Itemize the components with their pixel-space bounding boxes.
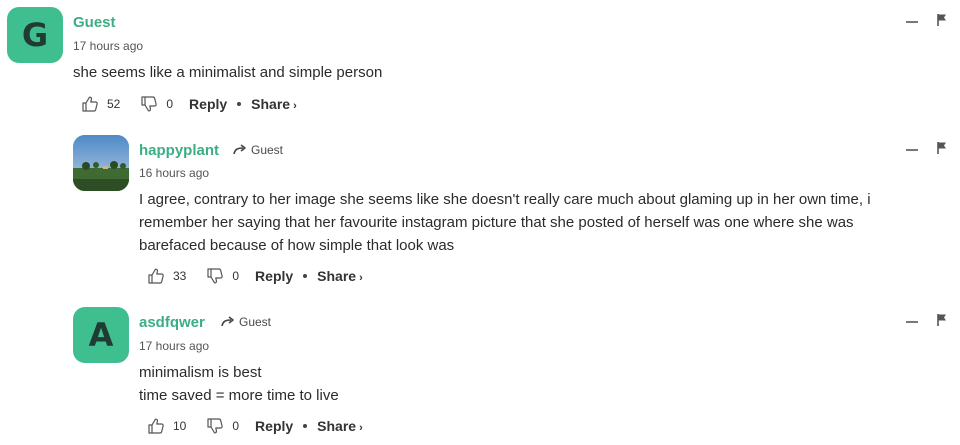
comment-line: minimalism is best [139,364,262,381]
comment-body: minimalism is best time saved = more tim… [139,361,339,407]
separator-dot [303,424,308,428]
avatar-letter: A [88,316,114,354]
dislike-count: 0 [166,97,174,111]
like-count: 52 [107,97,121,111]
separator-dot [303,274,308,278]
comment-line: time saved = more time to live [139,387,339,404]
reply-to-indicator[interactable]: Guest [233,143,283,157]
flag-icon[interactable] [936,13,948,27]
downvote-button[interactable]: 0 [206,417,239,435]
chevron-right-icon: › [293,100,297,112]
share-label: Share [317,268,357,284]
share-button[interactable]: Share › [317,268,363,284]
collapse-icon[interactable] [906,21,918,23]
upvote-button[interactable]: 10 [147,417,186,435]
username[interactable]: asdfqwer [139,314,205,331]
comment-line: barefaced because of how simple that loo… [139,237,455,254]
thumb-down-icon [207,268,224,284]
reply-button[interactable]: Reply [255,268,293,284]
comment-body: I agree, contrary to her image she seems… [139,188,871,257]
thumb-up-icon [82,96,98,112]
username[interactable]: happyplant [139,142,219,159]
thumb-up-icon [148,418,164,434]
dislike-count: 0 [232,269,240,283]
username[interactable]: Guest [73,14,116,31]
comment-actions: 52 0 Reply Share › [81,95,297,113]
reply-button[interactable]: Reply [189,96,227,112]
thumb-down-icon [207,418,224,434]
timestamp[interactable]: 17 hours ago [139,339,209,353]
comment-actions: 10 0 Reply Share › [147,417,363,435]
downvote-button[interactable]: 0 [206,267,239,285]
reply-to-name: Guest [251,143,284,157]
comment-body: she seems like a minimalist and simple p… [73,61,382,84]
collapse-icon[interactable] [906,321,918,323]
share-button[interactable]: Share › [251,96,297,112]
share-button[interactable]: Share › [317,418,363,434]
comment-actions: 33 0 Reply Share › [147,267,363,285]
flag-icon[interactable] [936,141,948,155]
flag-icon[interactable] [936,313,948,327]
like-count: 33 [173,269,187,283]
avatar-image [73,135,129,191]
share-label: Share [251,96,291,112]
comment-line: remember her saying that her favourite i… [139,214,854,231]
avatar[interactable]: A [73,307,129,363]
timestamp[interactable]: 16 hours ago [139,166,209,180]
dislike-count: 0 [232,419,240,433]
share-label: Share [317,418,357,434]
like-count: 10 [173,419,187,433]
avatar[interactable]: G [7,7,63,63]
timestamp[interactable]: 17 hours ago [73,39,143,53]
downvote-button[interactable]: 0 [140,95,173,113]
thumb-down-icon [141,96,158,112]
avatar[interactable] [73,135,129,191]
reply-to-name: Guest [239,315,272,329]
chevron-right-icon: › [359,422,363,434]
avatar-letter: G [21,16,49,54]
reply-arrow-icon [221,316,234,327]
upvote-button[interactable]: 33 [147,267,186,285]
thumb-up-icon [148,268,164,284]
collapse-icon[interactable] [906,149,918,151]
reply-to-indicator[interactable]: Guest [221,315,271,329]
comment-line: she seems like a minimalist and simple p… [73,64,383,81]
comment-line: I agree, contrary to her image she seems… [139,191,871,208]
reply-arrow-icon [233,144,246,155]
chevron-right-icon: › [359,272,363,284]
separator-dot [237,102,242,106]
upvote-button[interactable]: 52 [81,95,120,113]
reply-button[interactable]: Reply [255,418,293,434]
